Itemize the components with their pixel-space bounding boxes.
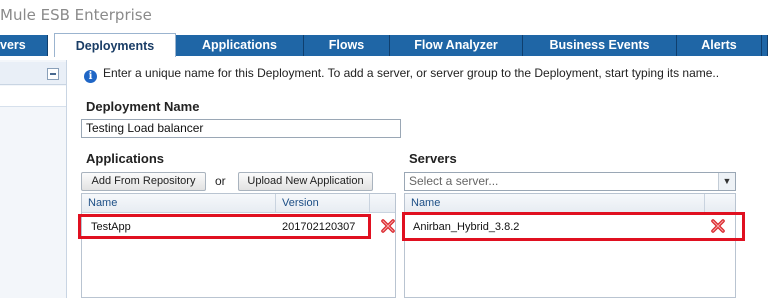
server-row-highlight [402, 212, 745, 241]
left-panel-selected-item[interactable] [0, 86, 66, 107]
applications-grid: Name Version TestApp 201702120307 [81, 193, 396, 298]
delete-server-icon[interactable] [710, 218, 726, 234]
tab-overflow[interactable] [762, 35, 768, 56]
chevron-down-icon[interactable]: ▼ [718, 173, 735, 190]
column-header-server-name[interactable]: Name [405, 194, 705, 212]
info-message: i Enter a unique name for this Deployment… [84, 64, 720, 83]
main-tab-bar: vers Deployments Applications Flows Flow… [0, 33, 768, 57]
server-select[interactable]: Select a server... ▼ [404, 172, 736, 191]
tab-flows[interactable]: Flows [304, 35, 390, 56]
tab-business-events[interactable]: Business Events [523, 35, 677, 56]
info-icon: i [84, 70, 97, 83]
application-row-highlight [78, 214, 371, 239]
tab-deployments[interactable]: Deployments [54, 33, 176, 57]
upload-new-application-button[interactable]: Upload New Application [238, 172, 373, 191]
applications-label: Applications [86, 151, 165, 166]
column-header-name[interactable]: Name [82, 194, 276, 212]
left-panel-header [0, 62, 66, 85]
tab-flow-analyzer[interactable]: Flow Analyzer [390, 35, 523, 56]
deployment-name-input[interactable]: Testing Load balancer [81, 119, 401, 138]
collapse-icon[interactable] [47, 68, 59, 80]
left-panel [0, 60, 67, 298]
tab-alerts[interactable]: Alerts [677, 35, 762, 56]
tab-applications[interactable]: Applications [176, 35, 304, 56]
deployment-name-label: Deployment Name [86, 99, 200, 114]
servers-grid-header: Name [405, 194, 735, 213]
info-text: Enter a unique name for this Deployment.… [103, 66, 720, 80]
add-from-repository-button[interactable]: Add From Repository [81, 172, 206, 191]
tab-servers[interactable]: vers [0, 35, 48, 56]
servers-grid: Name Anirban_Hybrid_3.8.2 [404, 193, 736, 298]
servers-label: Servers [409, 151, 457, 166]
server-select-placeholder: Select a server... [409, 174, 499, 188]
or-text: or [215, 174, 226, 188]
column-header-version[interactable]: Version [276, 194, 370, 212]
applications-grid-header: Name Version [82, 194, 395, 213]
delete-application-icon[interactable] [380, 218, 396, 234]
app-title: Mule ESB Enterprise [0, 6, 152, 24]
